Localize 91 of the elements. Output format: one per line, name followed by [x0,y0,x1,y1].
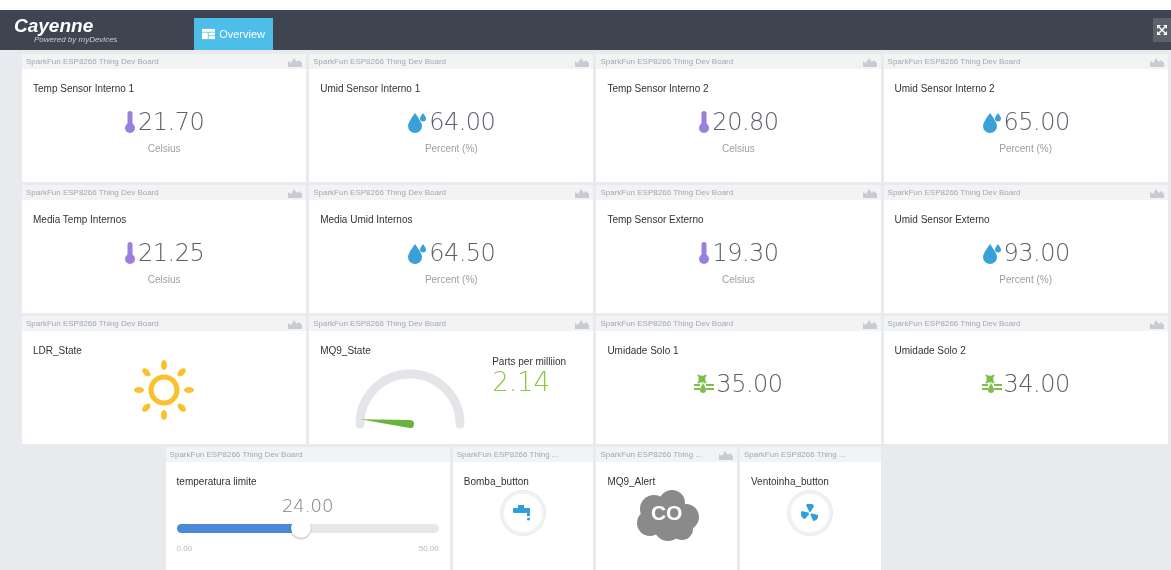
device-name: SparkFun ESP8266 Thing Dev Board [26,57,159,66]
unit-label: Celsius [146,143,182,154]
thermometer-icon [124,111,136,133]
sensor-value: 21.25 [138,239,205,267]
slider-value: 24.00 [280,495,335,516]
fan-icon [801,504,820,522]
device-name: SparkFun ESP8266 Thing Dev Board [887,57,1021,66]
unit-label: Percent (%) [998,274,1054,285]
device-name: SparkFun ESP8266 Thing Dev Board [600,319,734,328]
sensor-value: 20.80 [712,108,779,136]
unit-label: Percent (%) [998,143,1054,154]
widget-title: Umidade Solo 2 [894,345,967,356]
chart-icon [288,318,303,329]
chart-icon [862,187,877,198]
sensor-value: 21.70 [138,108,205,136]
alert-label: CO [649,501,684,525]
sensor-value: 35.00 [716,370,783,398]
widget-title: temperatura limite [176,476,258,487]
water-drop-icon [981,242,1002,264]
widget-title: Umidade Solo 1 [607,345,680,356]
water-drop-icon [981,111,1002,133]
sensor-value: 64.50 [429,239,496,267]
thermometer-icon [698,111,711,133]
widget-title: Temp Sensor Externo [607,214,705,225]
sensor-value: 2.14 [492,367,552,397]
plant-icon [694,374,715,394]
unit-label: Celsius [721,143,756,154]
logo: Cayenne [14,16,95,35]
device-name: SparkFun ESP8266 Thing Dev Board [169,450,303,459]
unit-label: Percent (%) [423,274,479,285]
chart-icon [288,56,303,67]
widget-title: Temp Sensor Interno 1 [33,83,136,94]
water-drop-icon [407,242,428,264]
chart-icon [862,56,877,67]
device-name: SparkFun ESP8266 Thing Dev Board [26,188,159,197]
device-name: SparkFun ESP8266 Thing Dev Board [600,188,734,197]
device-name: SparkFun ESP8266 Thing Dev Board [887,319,1021,328]
chart-icon [288,187,303,198]
sun-icon [134,360,195,420]
widget-title: Ventoinha_button [750,476,830,487]
tagline: Powered by myDevices [34,35,119,44]
gauge-needle [360,419,415,428]
widget-title: Media Temp Internos [33,214,128,225]
chart-icon [575,318,590,329]
chart-icon [1149,318,1164,329]
device-name: SparkFun ESP8266 Thing ... [600,450,703,459]
chart-icon [575,56,590,67]
plant-icon [981,374,1002,394]
device-name: SparkFun ESP8266 Thing Dev Board [313,188,446,197]
toggle-button[interactable] [501,491,546,535]
device-name: SparkFun ESP8266 Thing Dev Board [887,188,1021,197]
chart-icon [575,187,590,198]
sensor-value: 65.00 [1003,108,1070,136]
device-name: SparkFun ESP8266 Thing ... [743,450,846,459]
device-name: SparkFun ESP8266 Thing Dev Board [600,57,734,66]
widget-title: Umid Sensor Interno 2 [894,83,996,94]
dashboard-icon [202,27,216,41]
water-drop-icon [407,111,428,133]
chart-icon [718,449,733,460]
expand-icon [1157,25,1167,35]
device-name: SparkFun ESP8266 Thing ... [456,450,559,459]
widget-title: Umid Sensor Externo [894,214,991,225]
sensor-value: 34.00 [1003,370,1070,398]
widget-title: LDR_State [33,345,83,356]
widget-title: Media Umid Internos [320,214,414,225]
sensor-value: 64.00 [429,108,496,136]
sensor-value: 19.30 [712,239,779,267]
widget-title: MQ9_State [320,345,372,356]
widget-title: Temp Sensor Interno 2 [607,83,710,94]
chart-icon [862,318,877,329]
unit-label: Parts per milliion [492,356,567,367]
widget-title: MQ9_Alert [607,476,657,487]
device-name: SparkFun ESP8266 Thing Dev Board [313,57,446,66]
chart-icon [1149,187,1164,198]
widget-title: Umid Sensor Interno 1 [320,83,422,94]
unit-label: Percent (%) [423,143,479,154]
max-label: 50.00 [418,544,439,553]
thermometer-icon [698,242,711,264]
expand-button[interactable] [1153,18,1171,42]
unit-label: Celsius [721,274,756,285]
chart-icon [1149,56,1164,67]
overview-tab[interactable]: Overview [194,18,273,50]
sensor-value: 93.00 [1003,239,1070,267]
slider-thumb[interactable] [291,518,312,538]
unit-label: Celsius [146,274,182,285]
slider-track[interactable] [176,518,439,540]
device-name: SparkFun ESP8266 Thing Dev Board [313,319,446,328]
device-name: SparkFun ESP8266 Thing Dev Board [26,319,159,328]
toggle-button[interactable] [788,491,833,535]
widget-title: Bomba_button [463,476,530,487]
thermometer-icon [124,242,136,264]
